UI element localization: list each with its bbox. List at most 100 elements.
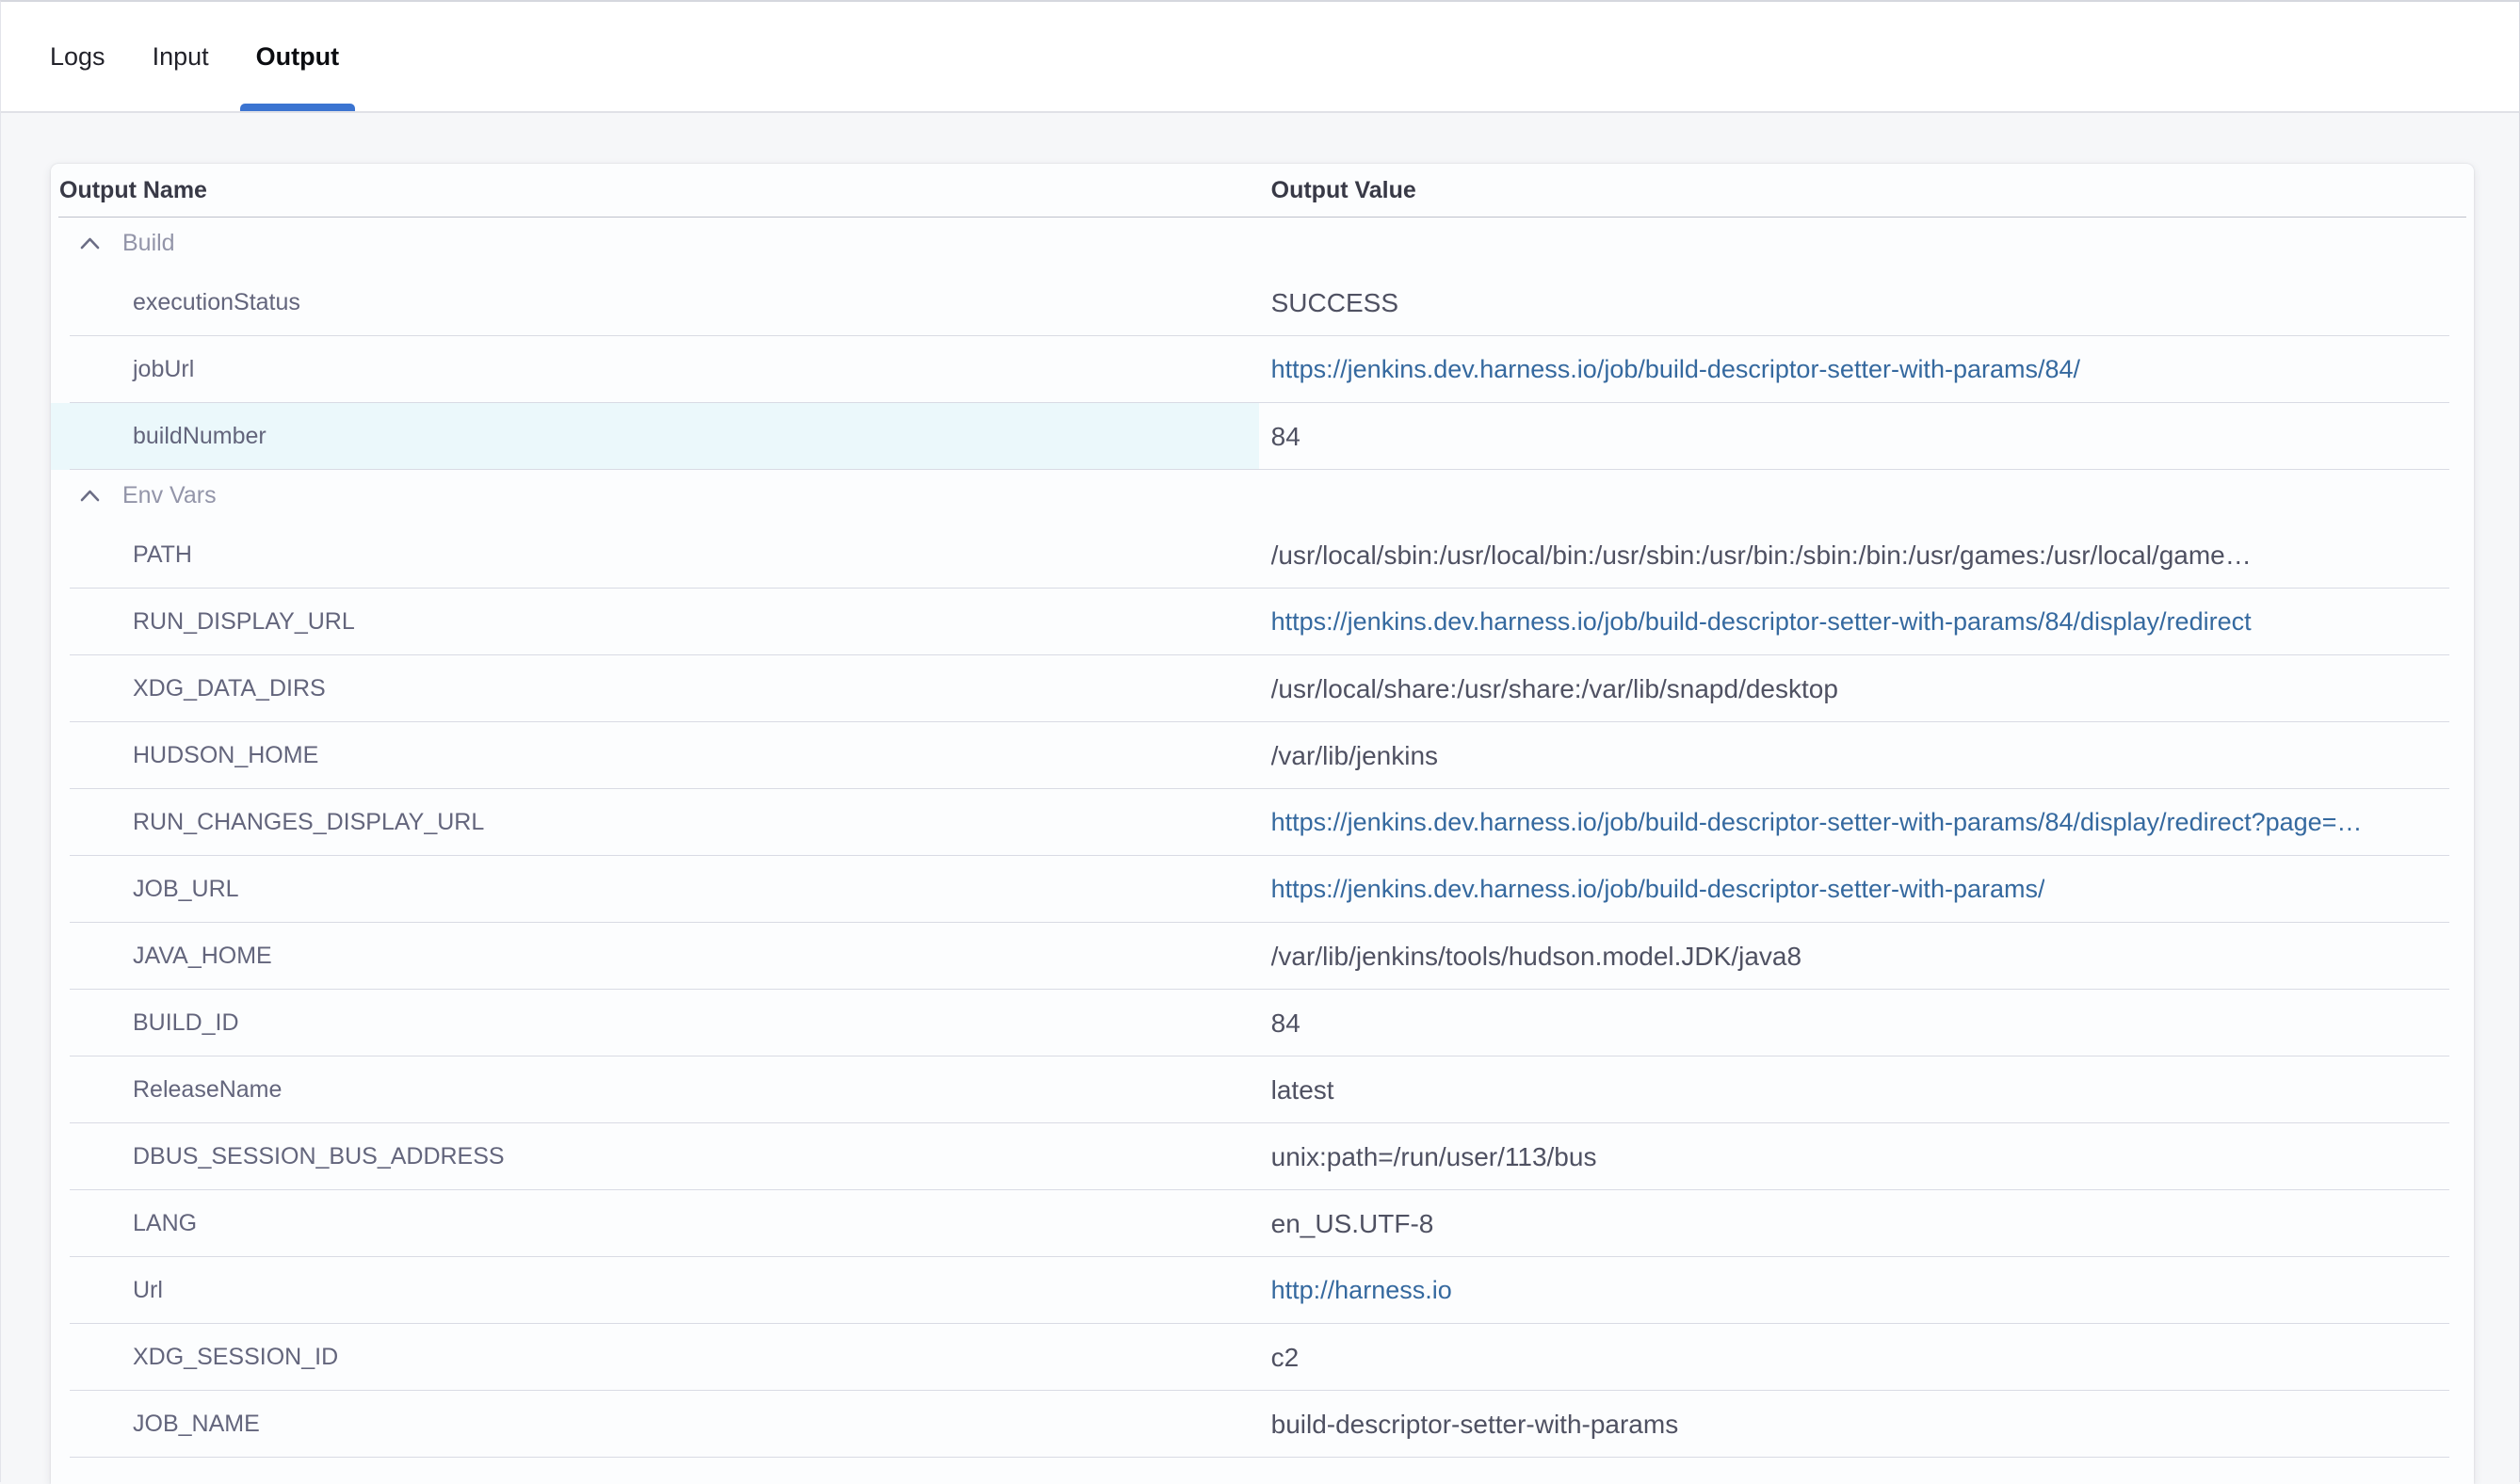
output-name-cell: buildNumber xyxy=(51,403,1259,470)
output-name-cell: XDG_DATA_DIRS xyxy=(51,655,1259,722)
output-value-link[interactable]: http://harness.io xyxy=(1271,1276,1452,1305)
tab-label: Logs xyxy=(50,42,105,72)
output-value-cell: 84 xyxy=(1259,990,2474,1057)
tab-label: Input xyxy=(153,42,209,72)
table-row-JOB_NAME[interactable]: JOB_NAME build-descriptor-setter-with-pa… xyxy=(51,1391,2474,1458)
table-row-buildNumber[interactable]: buildNumber 84 xyxy=(51,403,2474,470)
output-value-cell: en_US.UTF-8 xyxy=(1259,1190,2474,1257)
output-name-text: HUDSON_HOME xyxy=(133,742,318,769)
table-row-DBUS_SESSION_BUS_ADDRESS[interactable]: DBUS_SESSION_BUS_ADDRESS unix:path=/run/… xyxy=(51,1123,2474,1190)
output-name-cell: JOB_URL xyxy=(51,856,1259,923)
output-panel: Logs Input Output Output Name Output Val… xyxy=(0,0,2520,1482)
output-name-text: executionStatus xyxy=(133,289,300,316)
group-row-build[interactable]: Build xyxy=(51,218,2474,269)
output-name-text: buildNumber xyxy=(133,423,267,450)
tab-output[interactable]: Output xyxy=(240,2,355,111)
output-value-text: 84 xyxy=(1271,422,1300,452)
table-row-BUILD_ID[interactable]: BUILD_ID 84 xyxy=(51,990,2474,1057)
output-name-cell: RUN_CHANGES_DISPLAY_URL xyxy=(51,789,1259,856)
output-value-text: build-descriptor-setter-with-params xyxy=(1271,1410,1679,1440)
output-name-cell: BUILD_ID xyxy=(51,990,1259,1057)
group-label: Build xyxy=(122,230,175,257)
tab-bar: Logs Input Output xyxy=(1,2,2519,113)
output-value-cell: https://jenkins.dev.harness.io/job/build… xyxy=(1259,789,2474,856)
output-value-cell: unix:path=/run/user/113/bus xyxy=(1259,1123,2474,1190)
output-value-cell: SUCCESS xyxy=(1259,269,2474,336)
output-value-cell: c2 xyxy=(1259,1324,2474,1391)
output-value-cell: /usr/local/share:/usr/share:/var/lib/sna… xyxy=(1259,655,2474,722)
output-value-cell: https://jenkins.dev.harness.io/job/build… xyxy=(1259,336,2474,403)
output-table-card: Output Name Output Value Build execution… xyxy=(51,164,2474,1484)
table-body: Build executionStatus SUCCESS jobUrl htt… xyxy=(51,218,2474,1458)
output-value-link[interactable]: https://jenkins.dev.harness.io/job/build… xyxy=(1271,808,2363,837)
output-name-text: PATH xyxy=(133,541,192,569)
output-value-cell: /usr/local/sbin:/usr/local/bin:/usr/sbin… xyxy=(1259,522,2474,589)
output-value-cell: /var/lib/jenkins xyxy=(1259,722,2474,789)
output-value-text: unix:path=/run/user/113/bus xyxy=(1271,1142,1597,1172)
output-name-cell: XDG_SESSION_ID xyxy=(51,1324,1259,1391)
output-name-text: DBUS_SESSION_BUS_ADDRESS xyxy=(133,1143,505,1170)
chevron-up-icon[interactable] xyxy=(79,236,101,250)
output-value-text: c2 xyxy=(1271,1343,1300,1373)
output-name-cell: DBUS_SESSION_BUS_ADDRESS xyxy=(51,1123,1259,1190)
output-value-cell: latest xyxy=(1259,1057,2474,1123)
group-row-env-vars[interactable]: Env Vars xyxy=(51,470,2474,522)
output-name-text: JOB_NAME xyxy=(133,1411,260,1438)
output-value-link[interactable]: https://jenkins.dev.harness.io/job/build… xyxy=(1271,875,2045,904)
output-value-cell: build-descriptor-setter-with-params xyxy=(1259,1391,2474,1458)
table-row-RUN_CHANGES_DISPLAY_URL[interactable]: RUN_CHANGES_DISPLAY_URL https://jenkins.… xyxy=(51,789,2474,856)
table-row-executionStatus[interactable]: executionStatus SUCCESS xyxy=(51,269,2474,336)
table-row-JOB_URL[interactable]: JOB_URL https://jenkins.dev.harness.io/j… xyxy=(51,856,2474,923)
output-name-text: RUN_DISPLAY_URL xyxy=(133,608,355,636)
tab-input[interactable]: Input xyxy=(137,2,225,111)
output-value-text: /usr/local/share:/usr/share:/var/lib/sna… xyxy=(1271,674,1838,704)
output-name-cell: jobUrl xyxy=(51,336,1259,403)
group-label: Env Vars xyxy=(122,482,217,509)
output-name-cell: JAVA_HOME xyxy=(51,923,1259,990)
output-name-header-label: Output Name xyxy=(59,177,207,203)
output-name-text: BUILD_ID xyxy=(133,1009,239,1037)
output-name-text: jobUrl xyxy=(133,356,194,383)
output-name-text: LANG xyxy=(133,1210,197,1237)
output-value-cell: http://harness.io xyxy=(1259,1257,2474,1324)
output-name-cell: ReleaseName xyxy=(51,1057,1259,1123)
table-row-XDG_DATA_DIRS[interactable]: XDG_DATA_DIRS /usr/local/share:/usr/shar… xyxy=(51,655,2474,722)
output-value-text: /var/lib/jenkins xyxy=(1271,741,1438,771)
output-value-text: /var/lib/jenkins/tools/hudson.model.JDK/… xyxy=(1271,942,1801,972)
table-row-Url[interactable]: Url http://harness.io xyxy=(51,1257,2474,1324)
output-value-cell: https://jenkins.dev.harness.io/job/build… xyxy=(1259,856,2474,923)
output-value-cell: https://jenkins.dev.harness.io/job/build… xyxy=(1259,589,2474,655)
table-row-LANG[interactable]: LANG en_US.UTF-8 xyxy=(51,1190,2474,1257)
output-name-text: XDG_SESSION_ID xyxy=(133,1344,338,1371)
tab-logs[interactable]: Logs xyxy=(34,2,121,111)
output-value-text: /usr/local/sbin:/usr/local/bin:/usr/sbin… xyxy=(1271,540,2252,571)
output-value-link[interactable]: https://jenkins.dev.harness.io/job/build… xyxy=(1271,355,2080,384)
table-row-XDG_SESSION_ID[interactable]: XDG_SESSION_ID c2 xyxy=(51,1324,2474,1391)
output-value-link[interactable]: https://jenkins.dev.harness.io/job/build… xyxy=(1271,607,2252,637)
column-header-output-name: Output Name xyxy=(51,177,1259,204)
output-name-cell: Url xyxy=(51,1257,1259,1324)
output-name-text: XDG_DATA_DIRS xyxy=(133,675,326,702)
output-name-text: JAVA_HOME xyxy=(133,943,272,970)
column-header-output-value: Output Value xyxy=(1259,177,2474,204)
table-row-RUN_DISPLAY_URL[interactable]: RUN_DISPLAY_URL https://jenkins.dev.harn… xyxy=(51,589,2474,655)
output-name-text: Url xyxy=(133,1277,163,1304)
output-value-text: latest xyxy=(1271,1075,1334,1105)
output-name-cell: JOB_NAME xyxy=(51,1391,1259,1458)
output-name-text: ReleaseName xyxy=(133,1076,282,1104)
table-row-HUDSON_HOME[interactable]: HUDSON_HOME /var/lib/jenkins xyxy=(51,722,2474,789)
output-value-cell: 84 xyxy=(1259,403,2474,470)
output-value-header-label: Output Value xyxy=(1271,177,1416,203)
table-row-ReleaseName[interactable]: ReleaseName latest xyxy=(51,1057,2474,1123)
output-value-text: SUCCESS xyxy=(1271,288,1398,318)
output-name-cell: LANG xyxy=(51,1190,1259,1257)
tab-label: Output xyxy=(256,42,339,72)
table-header-row: Output Name Output Value xyxy=(51,164,2474,218)
table-row-PATH[interactable]: PATH /usr/local/sbin:/usr/local/bin:/usr… xyxy=(51,522,2474,589)
table-row-jobUrl[interactable]: jobUrl https://jenkins.dev.harness.io/jo… xyxy=(51,336,2474,403)
output-name-cell: executionStatus xyxy=(51,269,1259,336)
output-value-text: en_US.UTF-8 xyxy=(1271,1209,1434,1239)
chevron-up-icon[interactable] xyxy=(79,489,101,503)
output-name-text: RUN_CHANGES_DISPLAY_URL xyxy=(133,809,484,836)
table-row-JAVA_HOME[interactable]: JAVA_HOME /var/lib/jenkins/tools/hudson.… xyxy=(51,923,2474,990)
